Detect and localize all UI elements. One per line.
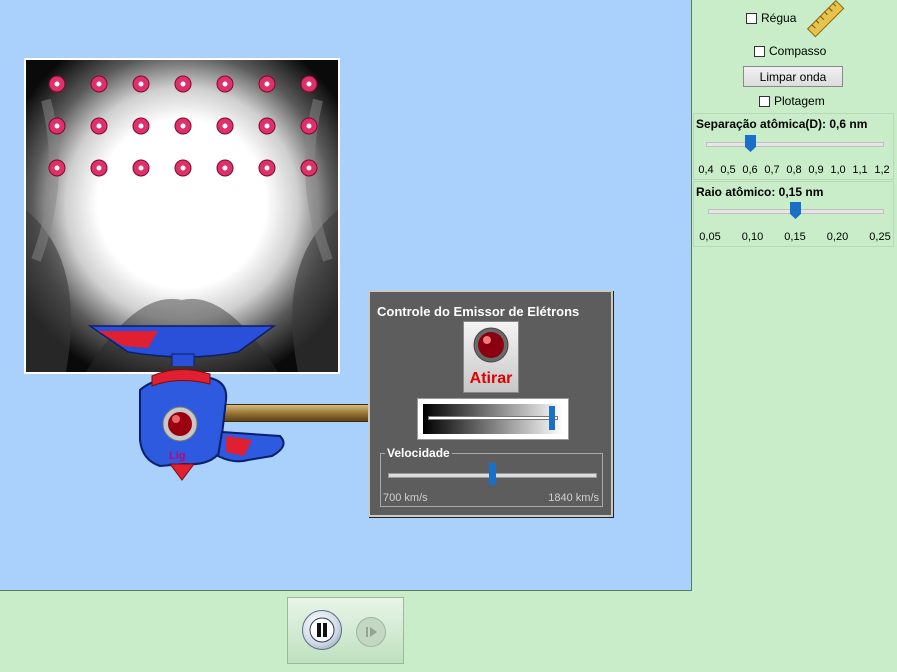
ruler-checkbox[interactable] xyxy=(746,12,757,24)
pause-icon xyxy=(309,617,335,643)
pause-button[interactable] xyxy=(302,610,342,650)
atom-core xyxy=(96,81,102,87)
compass-label: Compasso xyxy=(769,44,827,58)
atom-core xyxy=(54,123,60,129)
clear-wave-button[interactable]: Limpar onda xyxy=(743,66,843,87)
step-button[interactable] xyxy=(356,617,386,647)
tick-label: 0,9 xyxy=(808,164,824,176)
intensity-thumb[interactable] xyxy=(549,406,556,430)
atom-core xyxy=(306,123,312,129)
atom-core xyxy=(306,81,312,87)
atom-core xyxy=(54,165,60,171)
atom-core xyxy=(222,165,228,171)
tick-label: 0,20 xyxy=(826,231,849,243)
ruler-checkbox-row[interactable]: Régua xyxy=(746,11,796,25)
separation-track[interactable] xyxy=(706,142,884,147)
tick-label: 1,2 xyxy=(874,164,890,176)
velocity-max-label: 1840 km/s xyxy=(548,492,599,504)
compass-checkbox-row[interactable]: Compasso xyxy=(754,44,826,58)
separation-slider-box: Separação atômica(D): 0,6 nm 0,4 0,5 0,6 0,… xyxy=(693,113,894,180)
step-icon xyxy=(366,627,377,637)
velocity-thumb[interactable] xyxy=(488,463,496,485)
tick-label: 0,25 xyxy=(869,231,891,243)
emitter-control-panel: Controle do Emissor de Elétrons Atirar V… xyxy=(368,290,613,517)
playback-bar xyxy=(287,597,404,664)
separation-title: Separação atômica(D): 0,6 nm xyxy=(696,117,868,131)
compass-checkbox[interactable] xyxy=(754,45,765,57)
electron-gun xyxy=(139,369,285,481)
radius-slider-box: Raio atômico: 0,15 nm 0,05 0,10 0,15 0,20 0,… xyxy=(693,181,894,247)
fire-button[interactable]: Atirar xyxy=(463,321,519,393)
control-panel: Régua Compasso Limpar onda Plotagem Sepa… xyxy=(692,0,897,590)
atom-core xyxy=(54,81,60,87)
plot-label: Plotagem xyxy=(774,94,825,108)
atom-core xyxy=(222,81,228,87)
radius-title: Raio atômico: 0,15 nm xyxy=(696,185,824,199)
power-light-icon[interactable] xyxy=(168,412,192,436)
separation-thumb[interactable] xyxy=(745,135,756,152)
ruler-icon[interactable] xyxy=(804,0,848,38)
atom-core xyxy=(180,81,186,87)
power-label[interactable]: Lig xyxy=(169,450,186,462)
tick-label: 0,8 xyxy=(786,164,802,176)
atom-core xyxy=(138,165,144,171)
atom-core xyxy=(138,81,144,87)
intensity-slider[interactable] xyxy=(417,398,569,440)
atom-core xyxy=(96,123,102,129)
radius-thumb[interactable] xyxy=(790,202,801,219)
intensity-track xyxy=(428,416,558,420)
tick-label: 1,0 xyxy=(830,164,846,176)
atom-core xyxy=(306,165,312,171)
tick-label: 1,1 xyxy=(852,164,868,176)
atom-core xyxy=(138,123,144,129)
velocity-title: Velocidade xyxy=(385,446,452,460)
plot-checkbox-row[interactable]: Plotagem xyxy=(759,94,825,108)
tick-label: 0,4 xyxy=(698,164,714,176)
atom-core xyxy=(264,81,270,87)
fire-label: Atirar xyxy=(469,370,513,387)
tick-label: 0,15 xyxy=(784,231,806,243)
tick-label: 0,7 xyxy=(764,164,780,176)
fire-light-icon xyxy=(473,327,509,363)
control-title: Controle do Emissor de Elétrons xyxy=(377,304,580,319)
atom-core xyxy=(264,123,270,129)
tick-label: 0,05 xyxy=(699,231,721,243)
atom-core xyxy=(222,123,228,129)
atom-core xyxy=(180,165,186,171)
tick-label: 0,6 xyxy=(742,164,758,176)
atom-core xyxy=(180,123,186,129)
simulation-area[interactable]: Lig Controle do Emissor de Elétrons Atir… xyxy=(0,0,692,591)
velocity-group: Velocidade 700 km/s 1840 km/s xyxy=(380,446,603,507)
plot-checkbox[interactable] xyxy=(759,95,770,107)
tick-label: 0,5 xyxy=(720,164,736,176)
atom-core xyxy=(96,165,102,171)
ruler-label: Régua xyxy=(761,11,797,25)
atom-core xyxy=(264,165,270,171)
tick-label: 0,10 xyxy=(741,231,764,243)
velocity-min-label: 700 km/s xyxy=(383,492,428,504)
